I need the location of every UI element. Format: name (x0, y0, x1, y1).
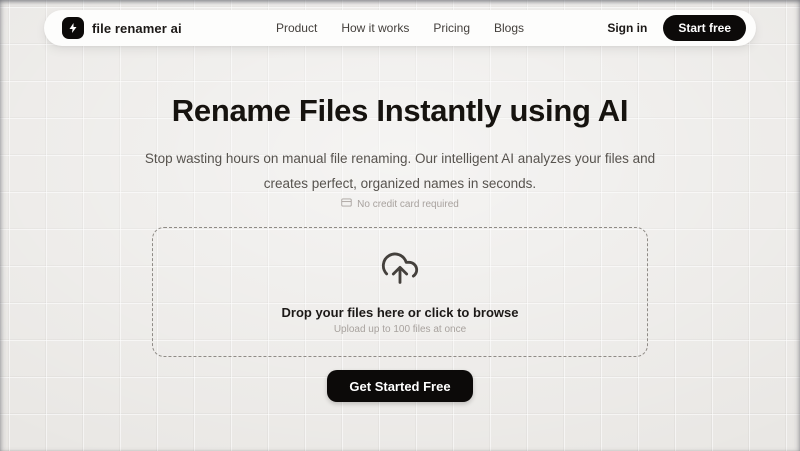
navbar-right: Sign in Start free (607, 15, 746, 41)
dropzone-sub-text: Upload up to 100 files at once (333, 324, 467, 335)
navbar: file renamer ai Product How it works Pri… (44, 10, 756, 46)
page-title: Rename Files Instantly using AI (171, 93, 629, 128)
hero-subtitle-line2: creates perfect, organized names in seco… (263, 176, 537, 191)
hero-subtitle: Stop wasting hours on manual file renami… (145, 146, 655, 196)
landing-page: file renamer ai Product How it works Pri… (0, 0, 800, 451)
no-credit-card-badge: No credit card required (341, 198, 459, 210)
sign-in-link[interactable]: Sign in (607, 21, 647, 35)
credit-card-icon (341, 198, 352, 210)
cloud-upload-icon (380, 249, 420, 294)
nav-link-product[interactable]: Product (276, 21, 317, 35)
nav-link-blogs[interactable]: Blogs (494, 21, 524, 35)
dropzone-main-text: Drop your files here or click to browse (281, 305, 519, 320)
hero-subtitle-line1: Stop wasting hours on manual file renami… (144, 151, 656, 166)
badge-text: No credit card required (357, 198, 459, 210)
file-dropzone[interactable]: Drop your files here or click to browse … (152, 227, 648, 357)
brand-logo[interactable]: file renamer ai (62, 17, 182, 39)
lightning-bolt-icon (62, 17, 84, 39)
brand-name: file renamer ai (92, 20, 182, 36)
start-free-button[interactable]: Start free (663, 15, 746, 41)
nav-links: Product How it works Pricing Blogs (276, 21, 524, 35)
hero-section: Rename Files Instantly using AI Stop was… (0, 0, 800, 402)
nav-link-pricing[interactable]: Pricing (433, 21, 470, 35)
get-started-button[interactable]: Get Started Free (327, 370, 473, 402)
nav-link-how-it-works[interactable]: How it works (341, 21, 409, 35)
